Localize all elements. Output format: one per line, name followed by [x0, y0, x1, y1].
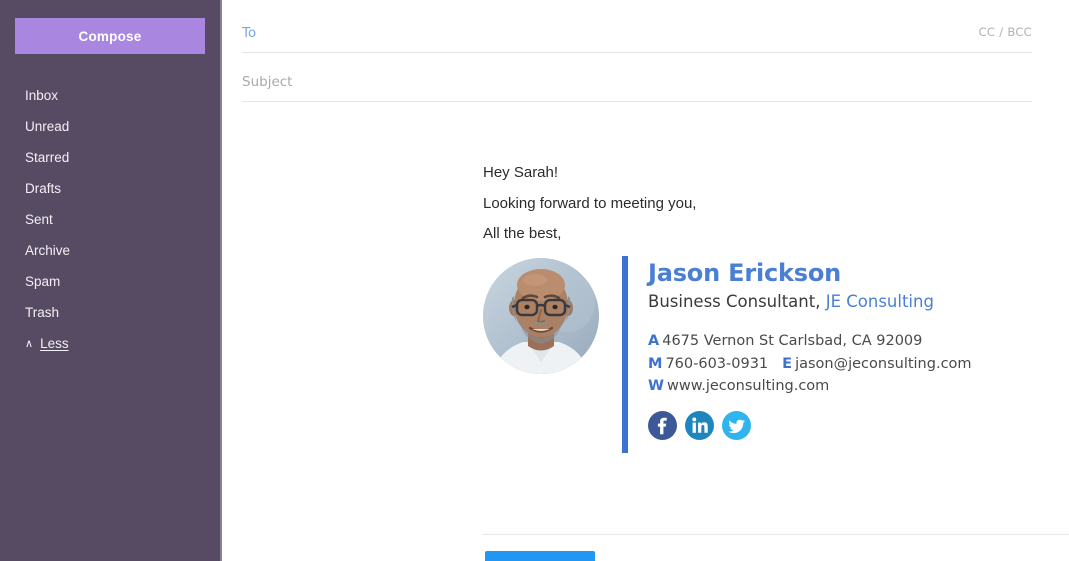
- address-value: 4675 Vernon St Carlsbad, CA 92009: [662, 333, 923, 349]
- twitter-icon[interactable]: [722, 410, 751, 440]
- body-line-3: All the best,: [483, 225, 562, 242]
- signature-details: A 4675 Vernon St Carlsbad, CA 92009 M 760-…: [648, 330, 972, 398]
- email-key: E: [782, 355, 793, 372]
- sidebar-item-spam[interactable]: Spam: [0, 266, 222, 297]
- signature-company[interactable]: JE Consulting: [826, 292, 934, 311]
- sidebar-item-starred[interactable]: Starred: [0, 142, 222, 173]
- sidebar-item-archive[interactable]: Archive: [0, 235, 222, 266]
- sidebar-item-inbox[interactable]: Inbox: [0, 80, 222, 111]
- linkedin-icon[interactable]: [685, 410, 714, 440]
- message-body[interactable]: Hey Sarah! Looking forward to meeting yo…: [483, 158, 696, 250]
- chevron-up-icon: ∧: [25, 338, 34, 350]
- signature-title: Business Consultant, JE Consulting: [648, 289, 972, 314]
- subject-field-row[interactable]: Subject: [242, 74, 1032, 102]
- email-value[interactable]: jason@jeconsulting.com: [795, 356, 971, 372]
- signature-phone-email-line: M 760-603-0931 Ejason@jeconsulting.com: [648, 353, 972, 376]
- footer-divider: [483, 534, 1069, 535]
- subject-label: Subject: [242, 74, 293, 90]
- sidebar-item-trash[interactable]: Trash: [0, 297, 222, 328]
- mobile-key: M: [648, 355, 663, 372]
- signature-accent-bar: [622, 256, 628, 453]
- signature-website-line: Wwww.jeconsulting.com: [648, 375, 972, 398]
- signature-name: Jason Erickson: [648, 259, 842, 287]
- signature-address-line: A 4675 Vernon St Carlsbad, CA 92009: [648, 330, 972, 353]
- sidebar: Compose Inbox Unread Starred Drafts Sent…: [0, 0, 222, 561]
- facebook-icon[interactable]: [648, 410, 677, 440]
- mobile-value: 760-603-0931: [665, 355, 769, 372]
- sidebar-item-unread[interactable]: Unread: [0, 111, 222, 142]
- sidebar-nav: Inbox Unread Starred Drafts Sent Archive…: [0, 80, 222, 359]
- signature-content: Jason Erickson Business Consultant, JE C…: [648, 256, 972, 440]
- send-button[interactable]: [485, 551, 595, 561]
- to-label: To: [242, 25, 257, 41]
- avatar: [483, 258, 599, 374]
- address-key: A: [648, 333, 660, 349]
- body-line-1: Hey Sarah!: [483, 164, 559, 181]
- cc-bcc-toggle[interactable]: CC / BCC: [979, 25, 1032, 39]
- website-key: W: [648, 378, 664, 394]
- sidebar-item-sent[interactable]: Sent: [0, 204, 222, 235]
- signature-role: Business Consultant,: [648, 292, 821, 311]
- sidebar-item-less-label: Less: [40, 336, 69, 351]
- email-compose-app: Compose Inbox Unread Starred Drafts Sent…: [0, 0, 1069, 561]
- compose-button[interactable]: Compose: [15, 18, 205, 54]
- sidebar-item-less[interactable]: ∧ Less: [0, 328, 222, 359]
- body-line-2: Looking forward to meeting you,: [483, 194, 697, 212]
- to-field-row[interactable]: To CC / BCC: [242, 25, 1032, 53]
- website-value[interactable]: www.jeconsulting.com: [667, 378, 829, 394]
- signature-social-links: [648, 410, 972, 440]
- compose-pane: To CC / BCC Subject Hey Sarah! Looking f…: [222, 0, 1069, 561]
- sidebar-item-drafts[interactable]: Drafts: [0, 173, 222, 204]
- email-signature: Jason Erickson Business Consultant, JE C…: [483, 256, 972, 453]
